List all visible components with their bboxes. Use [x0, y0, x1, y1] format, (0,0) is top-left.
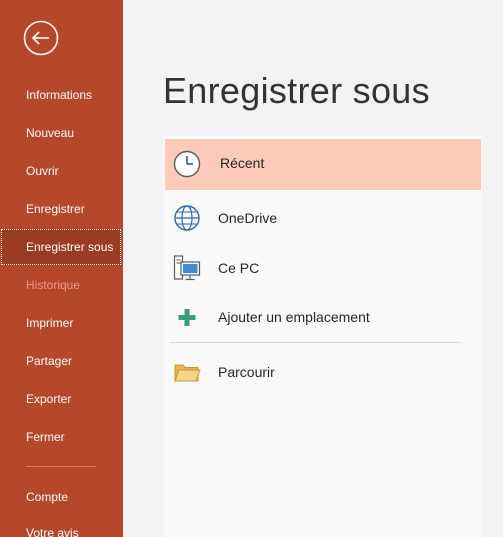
location-label: OneDrive: [218, 210, 278, 226]
nav-fermer[interactable]: Fermer: [1, 420, 121, 454]
location-onedrive[interactable]: OneDrive: [165, 194, 481, 242]
location-label: Parcourir: [218, 364, 275, 380]
nav-compte[interactable]: Compte: [1, 480, 121, 514]
nav-enregistrer[interactable]: Enregistrer: [1, 192, 121, 226]
page-title: Enregistrer sous: [163, 70, 430, 111]
arrow-left-circle-icon: [23, 20, 59, 56]
backstage-view: Informations Nouveau Ouvrir Enregistrer …: [0, 0, 503, 537]
backstage-sidebar: Informations Nouveau Ouvrir Enregistrer …: [0, 0, 123, 537]
nav-ouvrir[interactable]: Ouvrir: [1, 154, 121, 188]
computer-icon: [173, 255, 201, 281]
location-recent[interactable]: Récent: [165, 139, 481, 190]
nav-imprimer[interactable]: Imprimer: [1, 306, 121, 340]
clock-icon: [173, 150, 201, 178]
plus-icon: [178, 309, 196, 326]
nav-enregistrer-sous[interactable]: Enregistrer sous: [1, 229, 121, 265]
nav-votre-avis[interactable]: Votre avis: [1, 516, 121, 537]
folder-icon: [174, 364, 201, 382]
location-label: Ajouter un emplacement: [218, 309, 370, 325]
nav-nouveau[interactable]: Nouveau: [1, 116, 121, 150]
nav-partager[interactable]: Partager: [1, 344, 121, 378]
globe-icon: [174, 205, 200, 231]
location-label: Récent: [220, 155, 265, 171]
nav-exporter[interactable]: Exporter: [1, 382, 121, 416]
location-ce-pc[interactable]: Ce PC: [165, 244, 481, 292]
back-button[interactable]: [23, 20, 59, 56]
nav-informations[interactable]: Informations: [1, 78, 121, 112]
location-label: Ce PC: [218, 260, 260, 276]
locations-divider: [170, 342, 461, 343]
nav-historique: Historique: [26, 278, 81, 292]
location-parcourir[interactable]: Parcourir: [165, 348, 481, 396]
nav-divider: [26, 466, 96, 467]
location-ajouter[interactable]: Ajouter un emplacement: [165, 293, 481, 341]
